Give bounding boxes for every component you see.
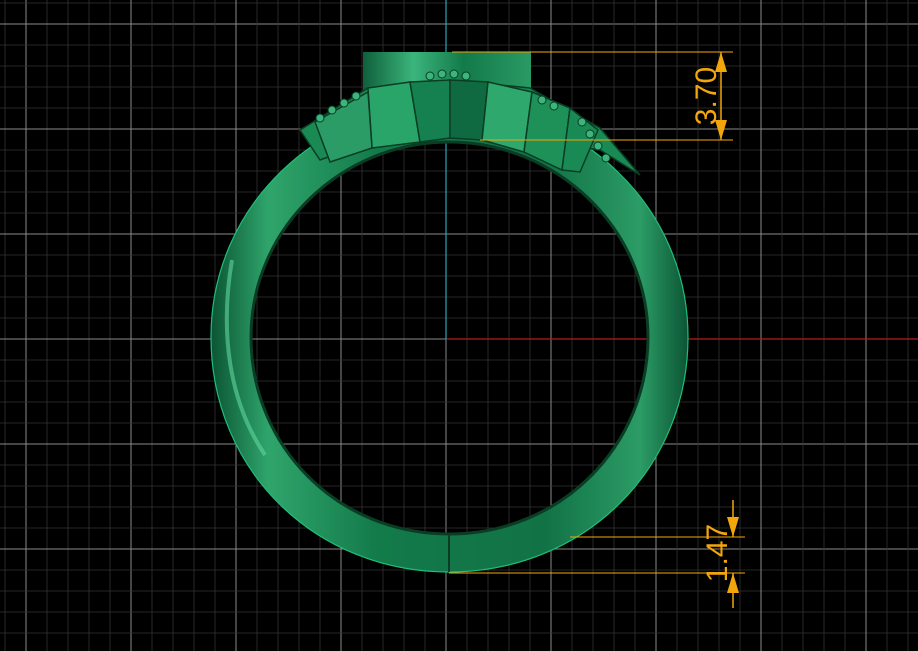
dimension-label-top-height: 3.70 bbox=[690, 67, 723, 125]
ring-bead bbox=[449, 69, 459, 79]
ring-facet-4 bbox=[481, 81, 533, 153]
ring-bead bbox=[537, 95, 547, 105]
ring-bead bbox=[437, 69, 447, 79]
dimension-label-bottom-thickness: 1.47 bbox=[701, 524, 734, 582]
ring-bead bbox=[585, 129, 595, 139]
ring-bead bbox=[601, 153, 611, 163]
ring-bead bbox=[327, 105, 337, 115]
ring-bead bbox=[351, 91, 361, 101]
ring-bead bbox=[425, 71, 435, 81]
ring-bead bbox=[461, 71, 471, 81]
ring-bead bbox=[339, 98, 349, 108]
ring-bead bbox=[315, 113, 325, 123]
ring-bead bbox=[593, 141, 603, 151]
cad-viewport[interactable]: 3.70 1.47 bbox=[0, 0, 918, 651]
ring-bead bbox=[549, 101, 559, 111]
ring-bead bbox=[577, 117, 587, 127]
